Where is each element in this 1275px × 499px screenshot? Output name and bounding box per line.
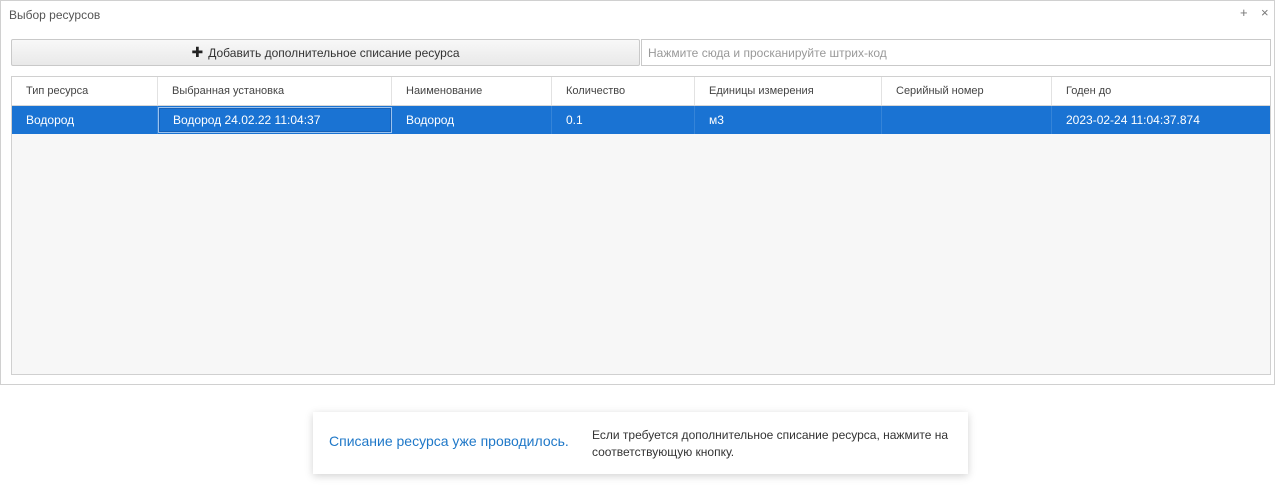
table-header: Тип ресурса Выбранная установка Наименов… xyxy=(12,77,1270,106)
add-additional-writeoff-button[interactable]: ✚ Добавить дополнительное списание ресур… xyxy=(11,39,640,66)
notification-message: Если требуется дополнительное списание р… xyxy=(592,428,949,459)
table-row[interactable]: Водород Водород 24.02.22 11:04:37 Водоро… xyxy=(12,106,1270,134)
expand-icon[interactable]: + xyxy=(1240,6,1248,20)
column-header-resource-type[interactable]: Тип ресурса xyxy=(12,77,158,105)
notification-title: Списание ресурса уже проводилось. xyxy=(329,433,569,449)
column-header-expiry[interactable]: Годен до xyxy=(1052,77,1270,105)
resources-table: Тип ресурса Выбранная установка Наименов… xyxy=(11,76,1271,375)
cell-expiry[interactable]: 2023-02-24 11:04:37.874 xyxy=(1052,106,1270,134)
column-header-selected-unit[interactable]: Выбранная установка xyxy=(158,77,392,105)
notification-toast: Списание ресурса уже проводилось. Если т… xyxy=(313,412,968,474)
column-header-serial-number[interactable]: Серийный номер xyxy=(882,77,1052,105)
cell-serial-number[interactable] xyxy=(882,106,1052,134)
cell-units[interactable]: м3 xyxy=(695,106,882,134)
column-header-units[interactable]: Единицы измерения xyxy=(695,77,882,105)
window-title: Выбор ресурсов xyxy=(9,8,101,22)
cell-resource-type[interactable]: Водород xyxy=(12,106,158,134)
cell-selected-unit[interactable]: Водород 24.02.22 11:04:37 xyxy=(158,107,392,133)
cell-name[interactable]: Водород xyxy=(392,106,552,134)
column-header-name[interactable]: Наименование xyxy=(392,77,552,105)
barcode-scan-input[interactable] xyxy=(641,39,1271,66)
plus-icon: ✚ xyxy=(191,44,204,60)
resource-selection-window: Выбор ресурсов + × ✚ Добавить дополнител… xyxy=(0,0,1275,385)
cell-quantity[interactable]: 0.1 xyxy=(552,106,695,134)
close-icon[interactable]: × xyxy=(1261,6,1269,20)
column-header-quantity[interactable]: Количество xyxy=(552,77,695,105)
add-button-label: Добавить дополнительное списание ресурса xyxy=(208,45,460,60)
